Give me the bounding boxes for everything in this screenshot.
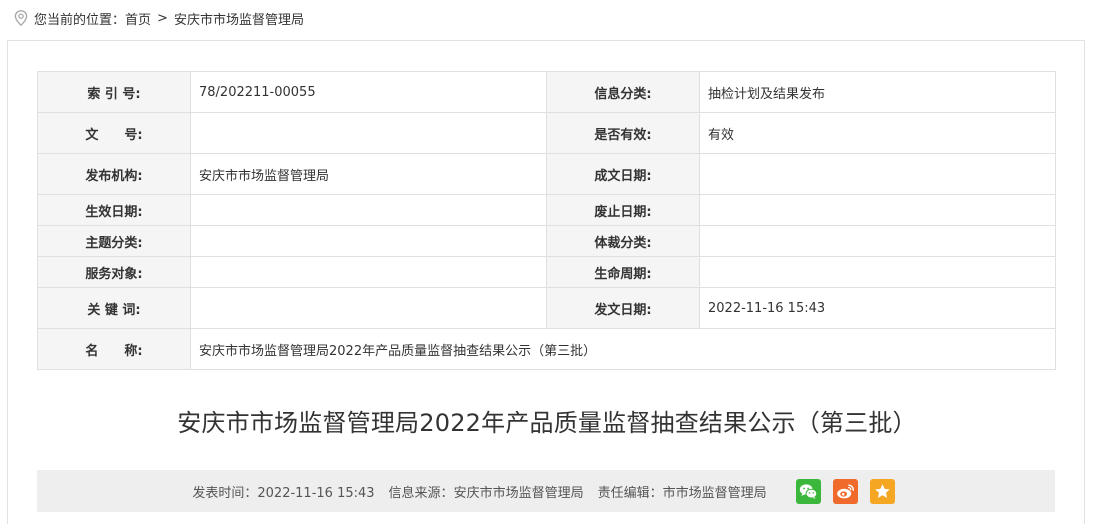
meta-row-audience: 服务对象: 生命周期: xyxy=(37,256,1056,288)
share-wechat-button[interactable] xyxy=(795,478,821,504)
breadcrumb-home-link[interactable]: 首页 xyxy=(125,9,151,28)
index-number-label: 索 引 号: xyxy=(37,71,191,113)
doc-number-value xyxy=(190,112,547,154)
lifecycle-label: 生命周期: xyxy=(546,256,700,288)
name-label: 名 称: xyxy=(37,328,191,370)
service-target-value xyxy=(190,256,547,288)
share-weibo-button[interactable] xyxy=(832,478,858,504)
weibo-icon xyxy=(836,484,854,498)
info-category-label: 信息分类: xyxy=(546,71,700,113)
info-category-value: 抽检计划及结果发布 xyxy=(699,71,1056,113)
meta-row-doc-number: 文 号: 是否有效: 有效 xyxy=(37,112,1056,154)
breadcrumb-separator: > xyxy=(157,10,168,26)
wechat-icon xyxy=(799,483,817,499)
genre-category-value xyxy=(699,225,1056,257)
meta-row-publisher: 发布机构: 安庆市市场监督管理局 成文日期: xyxy=(37,153,1056,195)
info-source-value: 安庆市市场监督管理局 xyxy=(453,485,584,501)
article-info-bar: 发表时间：2022-11-16 15:43 信息来源：安庆市市场监督管理局 责任… xyxy=(37,470,1055,512)
name-value: 安庆市市场监督管理局2022年产品质量监督抽查结果公示（第三批） xyxy=(190,328,1056,370)
effective-date-label: 生效日期: xyxy=(37,194,191,226)
validity-label: 是否有效: xyxy=(546,112,700,154)
document-title: 安庆市市场监督管理局2022年产品质量监督抽查结果公示（第三批） xyxy=(177,409,917,437)
lifecycle-value xyxy=(699,256,1056,288)
breadcrumb: 您当前的位置： 首页 > 安庆市市场监督管理局 xyxy=(14,9,304,28)
publisher-value: 安庆市市场监督管理局 xyxy=(190,153,547,195)
validity-value: 有效 xyxy=(699,112,1056,154)
issue-date-label: 发文日期: xyxy=(546,287,700,329)
repeal-date-label: 废止日期: xyxy=(546,194,700,226)
breadcrumb-prefix: 您当前的位置： xyxy=(34,12,126,28)
responsible-editor-label: 责任编辑： xyxy=(597,485,663,501)
meta-row-index: 索 引 号: 78/202211-00055 信息分类: 抽检计划及结果发布 xyxy=(37,71,1056,113)
info-source: 信息来源：安庆市市场监督管理局 xyxy=(389,482,584,501)
publisher-label: 发布机构: xyxy=(37,153,191,195)
publish-time-label: 发表时间： xyxy=(192,485,258,501)
responsible-editor-value: 市市场监督管理局 xyxy=(662,485,767,501)
content-panel: 索 引 号: 78/202211-00055 信息分类: 抽检计划及结果发布 文… xyxy=(7,40,1085,524)
keywords-value xyxy=(190,287,547,329)
keywords-label: 关 键 词: xyxy=(37,287,191,329)
written-date-label: 成文日期: xyxy=(546,153,700,195)
document-meta-table: 索 引 号: 78/202211-00055 信息分类: 抽检计划及结果发布 文… xyxy=(37,71,1056,370)
doc-number-label: 文 号: xyxy=(37,112,191,154)
location-pin-icon xyxy=(14,10,28,26)
written-date-value xyxy=(699,153,1056,195)
meta-row-topic: 主题分类: 体裁分类: xyxy=(37,225,1056,257)
effective-date-value xyxy=(190,194,547,226)
meta-row-keywords: 关 键 词: 发文日期: 2022-11-16 15:43 xyxy=(37,287,1056,329)
topic-category-label: 主题分类: xyxy=(37,225,191,257)
responsible-editor: 责任编辑：市市场监督管理局 xyxy=(598,482,767,501)
topic-category-value xyxy=(190,225,547,257)
repeal-date-value xyxy=(699,194,1056,226)
meta-row-effective: 生效日期: 废止日期: xyxy=(37,194,1056,226)
favorite-button[interactable] xyxy=(869,478,895,504)
breadcrumb-current-link[interactable]: 安庆市市场监督管理局 xyxy=(174,9,304,28)
publish-time-value: 2022-11-16 15:43 xyxy=(257,485,375,501)
meta-row-name: 名 称: 安庆市市场监督管理局2022年产品质量监督抽查结果公示（第三批） xyxy=(37,328,1056,370)
issue-date-value: 2022-11-16 15:43 xyxy=(699,287,1056,329)
star-icon xyxy=(874,483,890,498)
share-buttons xyxy=(795,478,907,504)
info-source-label: 信息来源： xyxy=(388,485,454,501)
service-target-label: 服务对象: xyxy=(37,256,191,288)
index-number-value: 78/202211-00055 xyxy=(190,71,547,113)
publish-time: 发表时间：2022-11-16 15:43 xyxy=(192,482,374,501)
genre-category-label: 体裁分类: xyxy=(546,225,700,257)
